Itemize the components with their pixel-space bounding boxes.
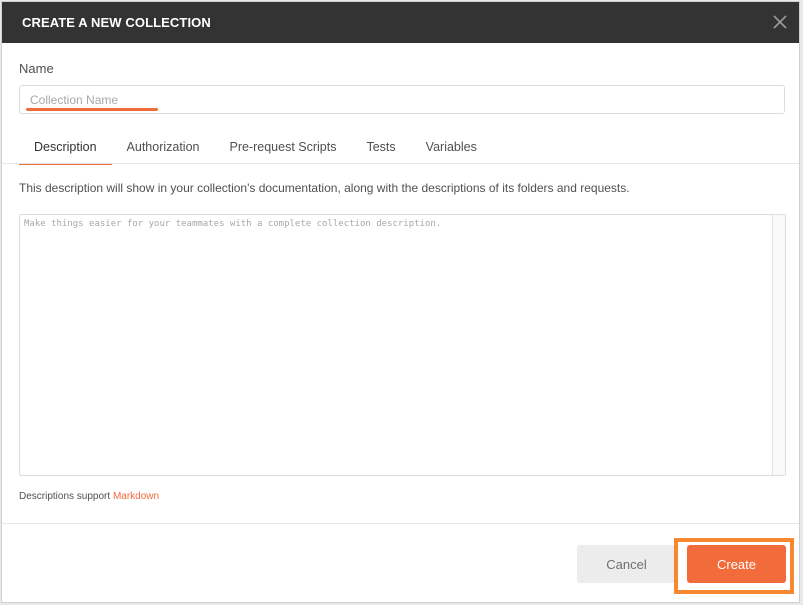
markdown-note: Descriptions support Markdown xyxy=(19,491,159,502)
name-input-annotation-underline xyxy=(26,108,158,111)
footer-divider xyxy=(2,523,799,524)
create-collection-dialog: CREATE A NEW COLLECTION Name Description… xyxy=(1,1,800,603)
create-button[interactable]: Create xyxy=(687,545,786,583)
description-textarea[interactable] xyxy=(20,215,773,473)
dialog-header: CREATE A NEW COLLECTION xyxy=(2,2,799,43)
tab-description[interactable]: Description xyxy=(19,136,112,165)
collection-tabs: Description Authorization Pre-request Sc… xyxy=(19,136,492,165)
dialog-title: CREATE A NEW COLLECTION xyxy=(22,15,211,30)
tab-tests[interactable]: Tests xyxy=(351,136,410,164)
description-scrollbar[interactable] xyxy=(772,215,785,475)
tab-pre-request-scripts[interactable]: Pre-request Scripts xyxy=(215,136,352,164)
markdown-link[interactable]: Markdown xyxy=(113,491,159,502)
tab-variables[interactable]: Variables xyxy=(411,136,492,164)
description-help-text: This description will show in your colle… xyxy=(19,181,630,195)
markdown-note-text: Descriptions support xyxy=(19,491,111,502)
name-label: Name xyxy=(19,61,54,76)
tabs-divider xyxy=(2,163,799,164)
cancel-button[interactable]: Cancel xyxy=(577,545,676,583)
close-icon[interactable] xyxy=(771,13,789,31)
description-editor xyxy=(19,214,786,476)
tab-authorization[interactable]: Authorization xyxy=(112,136,215,164)
